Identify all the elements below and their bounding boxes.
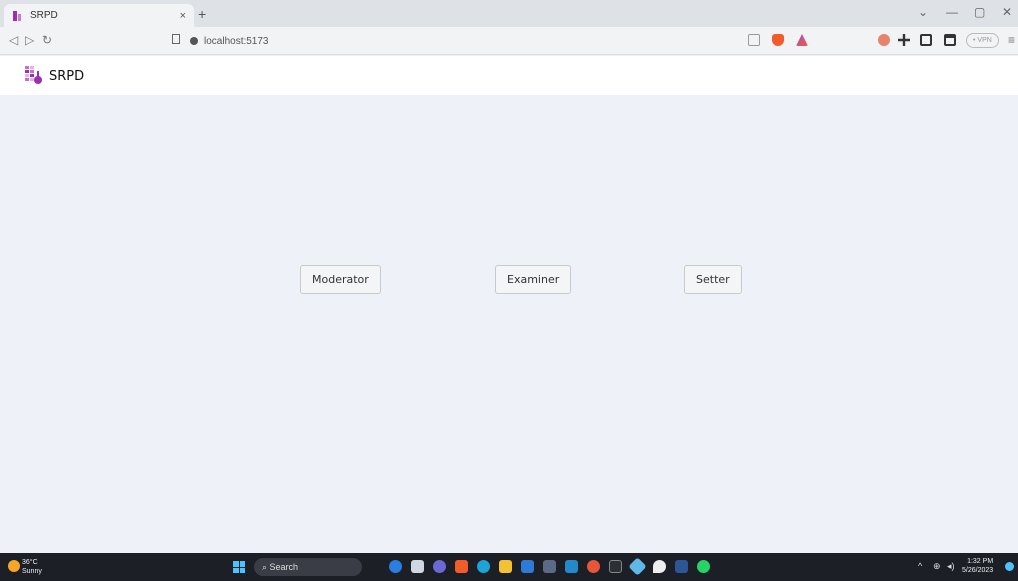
- weather-sun-icon[interactable]: [8, 560, 20, 572]
- tray-chevron-icon[interactable]: ^: [918, 561, 922, 571]
- examiner-button[interactable]: Examiner: [495, 265, 572, 294]
- notion-icon[interactable]: [609, 560, 622, 573]
- weather-condition: Sunny: [22, 568, 42, 575]
- teams-icon[interactable]: [433, 560, 446, 573]
- file-explorer-icon[interactable]: [499, 560, 512, 573]
- search-label: Search: [269, 562, 299, 572]
- new-tab-icon[interactable]: +: [198, 6, 206, 22]
- taskbar-search[interactable]: ⌕ Search: [254, 558, 362, 576]
- site-info-icon[interactable]: [190, 37, 198, 45]
- share-icon[interactable]: [748, 34, 760, 46]
- address-bar[interactable]: localhost:5173: [190, 31, 830, 51]
- weather-widget[interactable]: 36°C Sunny: [22, 558, 42, 576]
- tab-title: SRPD: [30, 10, 58, 21]
- browser-tab[interactable]: SRPD ×: [4, 4, 194, 27]
- tab-search-icon[interactable]: ⌄: [918, 5, 928, 19]
- git-icon[interactable]: [628, 557, 647, 576]
- bookmark-icon[interactable]: [172, 34, 180, 44]
- whatsapp-icon[interactable]: [697, 560, 710, 573]
- reload-icon[interactable]: ↻: [42, 33, 52, 47]
- extension-icon[interactable]: [878, 34, 890, 46]
- tab-close-icon[interactable]: ×: [180, 10, 186, 22]
- temperature: 36°C: [22, 559, 38, 566]
- maximize-icon[interactable]: ▢: [974, 5, 985, 19]
- date: 5/26/2023: [962, 567, 994, 574]
- vpn-button[interactable]: • VPN: [966, 33, 999, 48]
- menu-icon[interactable]: ≡: [1008, 33, 1015, 47]
- notepad-icon[interactable]: [521, 560, 534, 573]
- windows-taskbar: 36°C Sunny ⌕ Search ^ ⊕ ◂) 1:32 PM 5/26/…: [0, 553, 1018, 581]
- windows-start-icon[interactable]: [233, 561, 245, 573]
- notification-icon[interactable]: [1005, 562, 1014, 571]
- role-selection-area: Moderator Examiner Setter: [0, 95, 1018, 553]
- moderator-button[interactable]: Moderator: [300, 265, 381, 294]
- srpd-favicon-icon: [13, 10, 21, 21]
- calculator-icon[interactable]: [543, 560, 556, 573]
- extensions-puzzle-icon[interactable]: [898, 34, 910, 46]
- back-icon[interactable]: ◁: [9, 33, 18, 47]
- srpd-logo-icon: [25, 66, 42, 84]
- brave-shields-icon[interactable]: [772, 34, 784, 46]
- wallet-icon[interactable]: [944, 34, 956, 46]
- language-icon[interactable]: ⊕: [933, 561, 941, 572]
- app-title: SRPD: [49, 69, 85, 84]
- brave-icon[interactable]: [455, 560, 468, 573]
- forward-icon[interactable]: ▷: [25, 33, 34, 47]
- browser-tab-strip: SRPD × + ⌄ — ▢ ✕: [0, 0, 1018, 27]
- setter-button[interactable]: Setter: [684, 265, 742, 294]
- close-window-icon[interactable]: ✕: [1002, 5, 1012, 19]
- volume-icon[interactable]: ◂): [947, 561, 955, 572]
- minimize-icon[interactable]: —: [946, 5, 958, 19]
- browser-toolbar: ◁ ▷ ↻ localhost:5173 • VPN ≡: [0, 27, 1018, 55]
- vscode-icon[interactable]: [565, 560, 578, 573]
- copilot-icon[interactable]: [389, 560, 402, 573]
- word-icon[interactable]: [675, 560, 688, 573]
- github-icon[interactable]: [653, 560, 666, 573]
- task-view-icon[interactable]: [411, 560, 424, 573]
- clock[interactable]: 1:32 PM 5/26/2023: [962, 557, 993, 575]
- url-text: localhost:5173: [204, 35, 269, 47]
- edge-icon[interactable]: [477, 560, 490, 573]
- app-header: SRPD: [0, 56, 1018, 95]
- chrome-icon[interactable]: [587, 560, 600, 573]
- sidebar-icon[interactable]: [920, 34, 932, 46]
- time: 1:32 PM: [967, 558, 994, 565]
- search-icon: ⌕: [262, 562, 270, 572]
